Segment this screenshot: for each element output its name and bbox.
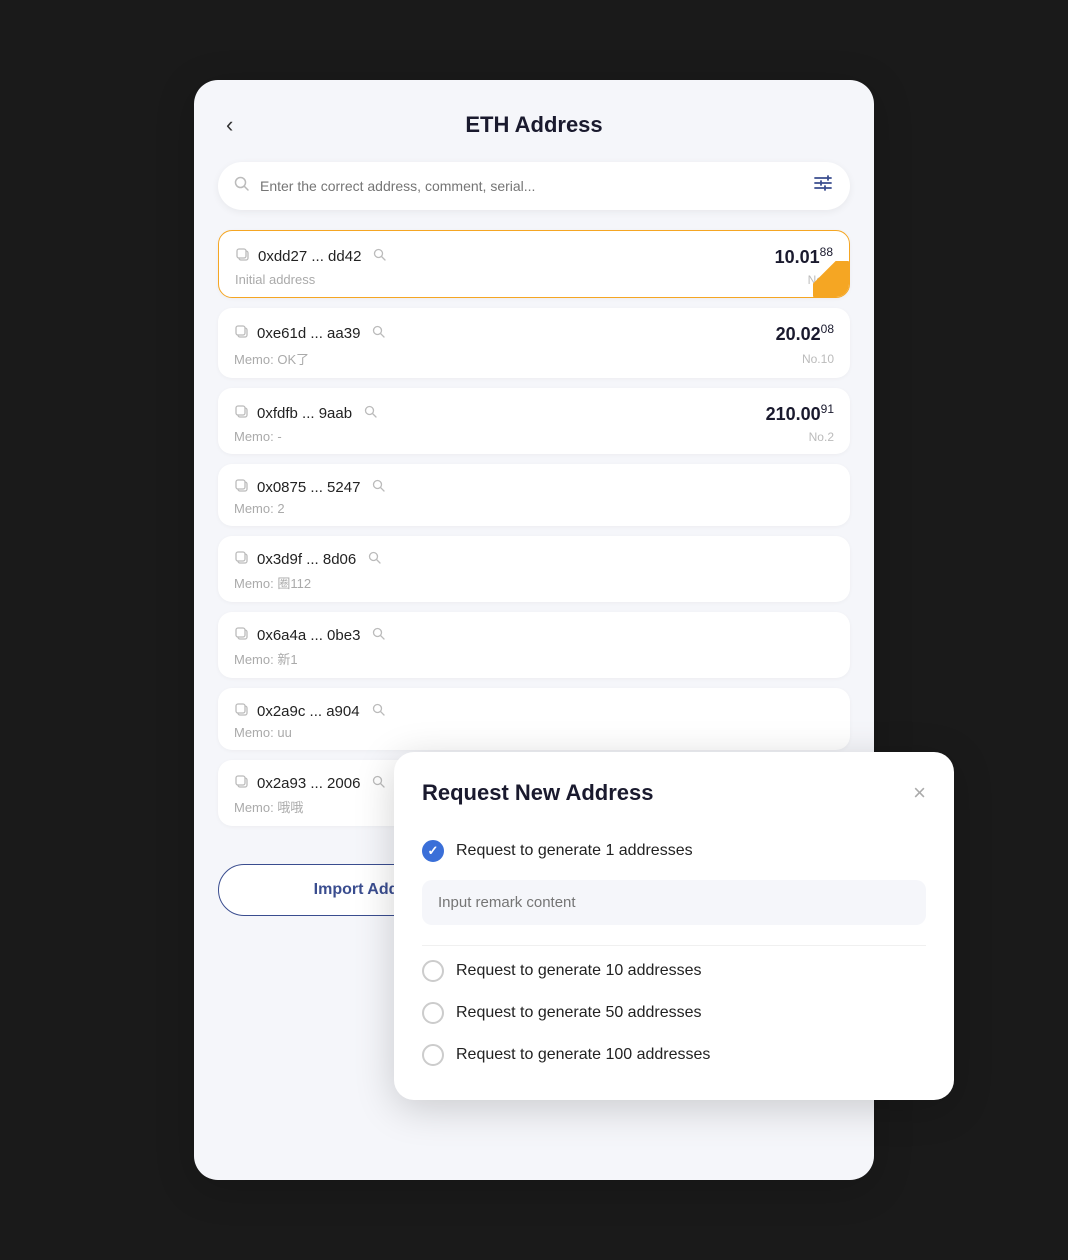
copy-icon[interactable] [235, 247, 250, 266]
search-address-icon[interactable] [368, 551, 382, 569]
address-text: 0xe61d ... aa39 [257, 325, 360, 342]
radio-circle [422, 840, 444, 862]
copy-icon[interactable] [234, 702, 249, 721]
copy-icon[interactable] [234, 324, 249, 343]
request-new-address-modal: Request New Address × Request to generat… [394, 752, 954, 1100]
address-text: 0x2a9c ... a904 [257, 703, 360, 720]
copy-icon[interactable] [234, 550, 249, 569]
address-item[interactable]: 0x2a9c ... a904 Memo: uu [218, 688, 850, 750]
search-address-icon[interactable] [372, 479, 386, 497]
amount: 210.0091 [766, 402, 834, 425]
memo-text: Memo: - [234, 429, 282, 444]
search-input[interactable] [260, 178, 802, 194]
radio-circle [422, 1002, 444, 1024]
radio-option[interactable]: Request to generate 50 addresses [422, 992, 926, 1034]
search-address-icon[interactable] [364, 405, 378, 423]
memo-text: Memo: 新1 [234, 649, 298, 668]
page-title: ETH Address [465, 112, 602, 138]
search-address-icon[interactable] [372, 775, 386, 793]
main-card: ‹ ETH Address [194, 80, 874, 1180]
radio-option[interactable]: Request to generate 10 addresses [422, 950, 926, 992]
memo-text: Memo: OK了 [234, 349, 309, 368]
memo-text: Initial address [235, 272, 315, 287]
remark-input[interactable] [422, 880, 926, 925]
memo-text: Memo: 圈112 [234, 573, 311, 592]
search-icon [234, 176, 250, 197]
memo-text: Memo: uu [234, 725, 292, 740]
copy-icon[interactable] [234, 478, 249, 497]
address-item[interactable]: 0x0875 ... 5247 Memo: 2 [218, 464, 850, 526]
search-address-icon[interactable] [373, 248, 387, 266]
address-text: 0x6a4a ... 0be3 [257, 627, 360, 644]
modal-options: Request to generate 1 addresses Request … [422, 830, 926, 1076]
modal-header: Request New Address × [422, 780, 926, 806]
radio-option[interactable]: Request to generate 100 addresses [422, 1034, 926, 1076]
address-item[interactable]: 0x6a4a ... 0be3 Memo: 新1 [218, 612, 850, 678]
address-item[interactable]: 0x3d9f ... 8d06 Memo: 圈112 [218, 536, 850, 602]
back-button[interactable]: ‹ [218, 108, 241, 142]
radio-label: Request to generate 1 addresses [456, 842, 693, 860]
amount: 20.0208 [776, 322, 834, 345]
copy-icon[interactable] [234, 626, 249, 645]
filter-icon[interactable] [812, 172, 834, 200]
radio-circle [422, 960, 444, 982]
address-item[interactable]: 0xdd27 ... dd42 10.0188 Initial address … [218, 230, 850, 298]
radio-label: Request to generate 10 addresses [456, 962, 702, 980]
copy-icon[interactable] [234, 404, 249, 423]
address-list: 0xdd27 ... dd42 10.0188 Initial address … [218, 230, 850, 836]
no-badge: No.2 [809, 430, 834, 444]
modal-close-button[interactable]: × [913, 782, 926, 804]
address-item[interactable]: 0xfdfb ... 9aab 210.0091 Memo: - No.2 [218, 388, 850, 454]
modal-title: Request New Address [422, 780, 653, 806]
radio-label: Request to generate 100 addresses [456, 1046, 710, 1064]
radio-circle [422, 1044, 444, 1066]
address-text: 0x0875 ... 5247 [257, 479, 360, 496]
search-address-icon[interactable] [372, 627, 386, 645]
search-bar [218, 162, 850, 210]
copy-icon[interactable] [234, 774, 249, 793]
no-badge: No.10 [802, 352, 834, 366]
memo-text: Memo: 哦哦 [234, 797, 303, 816]
search-address-icon[interactable] [372, 325, 386, 343]
address-text: 0x3d9f ... 8d06 [257, 551, 356, 568]
search-address-icon[interactable] [372, 703, 386, 721]
memo-text: Memo: 2 [234, 501, 285, 516]
active-corner [813, 261, 849, 297]
address-text: 0xfdfb ... 9aab [257, 405, 352, 422]
header: ‹ ETH Address [218, 112, 850, 138]
address-text: 0xdd27 ... dd42 [258, 248, 361, 265]
address-item[interactable]: 0xe61d ... aa39 20.0208 Memo: OK了 No.10 [218, 308, 850, 378]
address-text: 0x2a93 ... 2006 [257, 775, 360, 792]
radio-option[interactable]: Request to generate 1 addresses [422, 830, 926, 872]
radio-label: Request to generate 50 addresses [456, 1004, 702, 1022]
